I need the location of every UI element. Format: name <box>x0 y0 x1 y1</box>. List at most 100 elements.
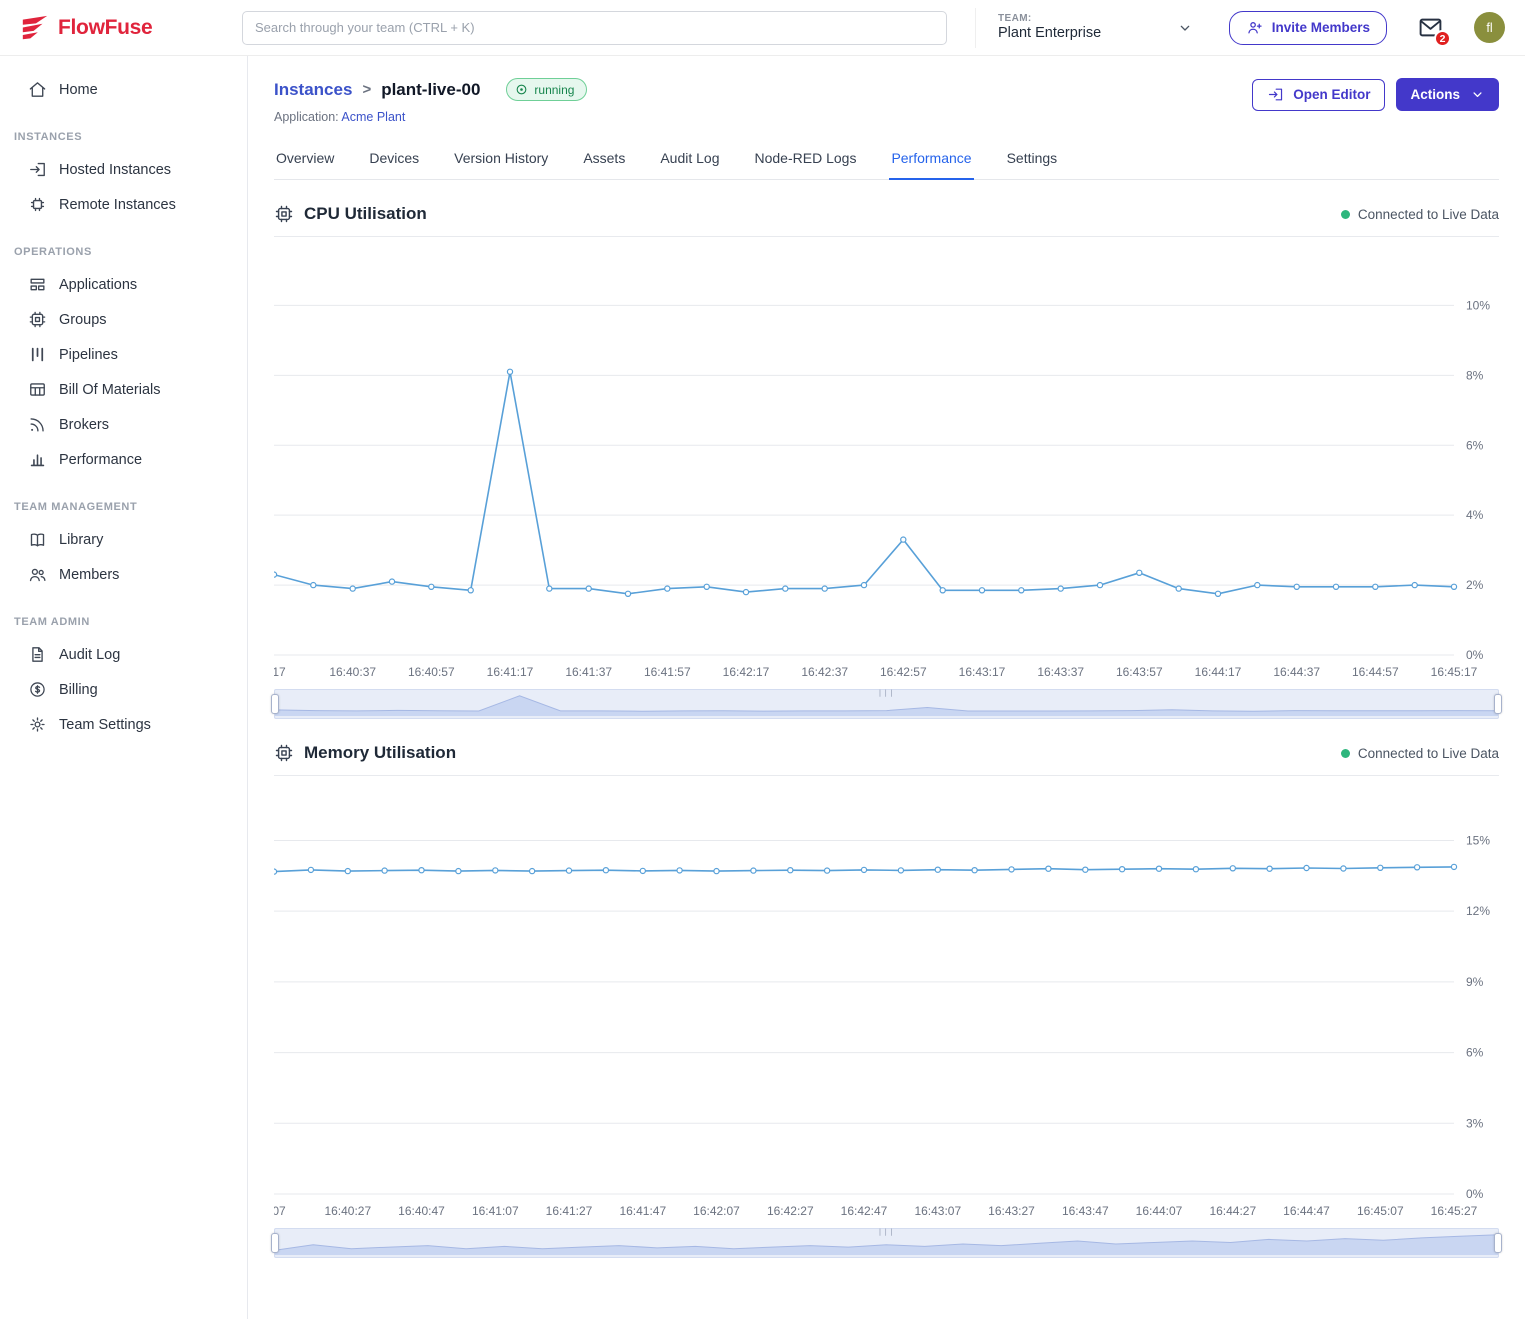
application-line: Application: Acme Plant <box>274 110 587 124</box>
sidebar-item-performance[interactable]: Performance <box>0 442 247 477</box>
topbar: FlowFuse TEAM: Plant Enterprise Invite M… <box>0 0 1525 56</box>
tab-performance[interactable]: Performance <box>889 140 973 180</box>
memory-chart-zoom-slider[interactable]: ||| <box>274 1228 1499 1258</box>
open-editor-button[interactable]: Open Editor <box>1252 79 1385 111</box>
svg-text:16:44:57: 16:44:57 <box>1352 665 1399 679</box>
hosted-instances-icon <box>28 160 47 179</box>
tab-version-history[interactable]: Version History <box>452 140 550 180</box>
sidebar-item-label: Hosted Instances <box>59 162 171 178</box>
sidebar-item-team-settings[interactable]: Team Settings <box>0 707 247 742</box>
groups-icon <box>28 310 47 329</box>
section-title-cpu: CPU Utilisation <box>304 204 427 224</box>
tab-audit-log[interactable]: Audit Log <box>658 140 721 180</box>
zoom-grip-handle[interactable]: ||| <box>878 1228 895 1237</box>
remote-instances-icon <box>28 195 47 214</box>
svg-text:0%: 0% <box>1466 648 1484 662</box>
svg-text:2%: 2% <box>1466 578 1484 592</box>
team-search-input[interactable] <box>242 11 947 45</box>
svg-text:16:44:17: 16:44:17 <box>1195 665 1242 679</box>
sidebar-item-home[interactable]: Home <box>0 72 247 107</box>
breadcrumb: Instances > plant-live-00 running <box>274 78 587 101</box>
sidebar-item-label: Library <box>59 532 103 548</box>
invite-members-button[interactable]: Invite Members <box>1229 11 1387 45</box>
svg-text:16:45:27: 16:45:27 <box>1431 1204 1478 1218</box>
sidebar-item-label: Groups <box>59 312 107 328</box>
sidebar-item-members[interactable]: Members <box>0 557 247 592</box>
svg-text:12%: 12% <box>1466 904 1490 918</box>
svg-text:16:41:37: 16:41:37 <box>565 665 612 679</box>
notification-count-badge: 2 <box>1434 30 1451 47</box>
sidebar-section-instances: INSTANCES <box>0 131 247 143</box>
svg-text:6%: 6% <box>1466 438 1484 452</box>
line-chart-canvas: 0%3%6%9%12%15%0:0716:40:2716:40:4716:41:… <box>274 778 1499 1224</box>
sidebar-item-remote-instances[interactable]: Remote Instances <box>0 187 247 222</box>
sidebar-item-pipelines[interactable]: Pipelines <box>0 337 247 372</box>
sidebar-item-billing[interactable]: Billing <box>0 672 247 707</box>
invite-members-label: Invite Members <box>1272 20 1370 35</box>
breadcrumb-separator: > <box>362 81 371 98</box>
billing-icon <box>28 680 47 699</box>
svg-text:16:43:07: 16:43:07 <box>914 1204 961 1218</box>
sidebar-item-hosted-instances[interactable]: Hosted Instances <box>0 152 247 187</box>
sidebar-item-bill-of-materials[interactable]: Bill Of Materials <box>0 372 247 407</box>
svg-text:3%: 3% <box>1466 1116 1484 1130</box>
bill-of-materials-icon <box>28 380 47 399</box>
user-avatar[interactable]: fl <box>1474 12 1505 43</box>
sidebar-item-applications[interactable]: Applications <box>0 267 247 302</box>
svg-text:16:42:07: 16:42:07 <box>693 1204 740 1218</box>
sidebar-item-label: Pipelines <box>59 347 118 363</box>
zoom-handle-right[interactable] <box>1494 694 1502 714</box>
svg-text:10%: 10% <box>1466 298 1490 312</box>
live-status-label: Connected to Live Data <box>1358 207 1499 222</box>
svg-text:16:41:27: 16:41:27 <box>546 1204 593 1218</box>
gear-icon <box>28 715 47 734</box>
breadcrumb-instances-link[interactable]: Instances <box>274 80 352 100</box>
svg-text:16:45:17: 16:45:17 <box>1431 665 1478 679</box>
tab-assets[interactable]: Assets <box>581 140 627 180</box>
svg-text:16:44:07: 16:44:07 <box>1136 1204 1183 1218</box>
svg-text:16:40:27: 16:40:27 <box>324 1204 371 1218</box>
tab-settings[interactable]: Settings <box>1005 140 1060 180</box>
flowfuse-logo[interactable]: FlowFuse <box>20 13 242 43</box>
team-selector[interactable]: TEAM: Plant Enterprise <box>975 8 1193 48</box>
main-content: Instances > plant-live-00 running Applic… <box>248 56 1525 1258</box>
open-editor-icon <box>1267 86 1284 103</box>
svg-text:16:40:47: 16:40:47 <box>398 1204 445 1218</box>
memory-utilisation-section: Memory Utilisation Connected to Live Dat… <box>274 743 1499 1258</box>
sidebar-section-team-management: TEAM MANAGEMENT <box>0 501 247 513</box>
svg-text:16:44:27: 16:44:27 <box>1209 1204 1256 1218</box>
sidebar-item-label: Bill Of Materials <box>59 382 161 398</box>
sidebar-item-label: Applications <box>59 277 137 293</box>
svg-text:16:44:37: 16:44:37 <box>1273 665 1320 679</box>
sidebar-item-library[interactable]: Library <box>0 522 247 557</box>
sidebar-section-operations: OPERATIONS <box>0 246 247 258</box>
home-icon <box>28 80 47 99</box>
svg-text:16:40:37: 16:40:37 <box>329 665 376 679</box>
svg-text:16:43:57: 16:43:57 <box>1116 665 1163 679</box>
zoom-grip-handle[interactable]: ||| <box>878 689 895 698</box>
section-title-memory: Memory Utilisation <box>304 743 456 763</box>
actions-button[interactable]: Actions <box>1396 78 1499 111</box>
sidebar-item-brokers[interactable]: Brokers <box>0 407 247 442</box>
zoom-handle-left[interactable] <box>271 1233 279 1253</box>
sidebar-item-label: Billing <box>59 682 98 698</box>
actions-label: Actions <box>1410 87 1460 102</box>
chevron-down-icon <box>1470 87 1485 102</box>
cpu-chart-zoom-slider[interactable]: ||| <box>274 689 1499 719</box>
zoom-handle-right[interactable] <box>1494 1233 1502 1253</box>
cpu-utilisation-chart: 0%2%4%6%8%10%0:1716:40:3716:40:5716:41:1… <box>274 239 1499 685</box>
sidebar-item-groups[interactable]: Groups <box>0 302 247 337</box>
zoom-handle-left[interactable] <box>271 694 279 714</box>
sidebar-item-audit-log[interactable]: Audit Log <box>0 637 247 672</box>
tab-devices[interactable]: Devices <box>367 140 421 180</box>
live-dot-icon <box>1341 210 1350 219</box>
tab-overview[interactable]: Overview <box>274 140 336 180</box>
running-status-icon <box>515 83 528 96</box>
tab-node-red-logs[interactable]: Node-RED Logs <box>753 140 859 180</box>
application-link[interactable]: Acme Plant <box>341 110 405 124</box>
status-badge: running <box>506 78 587 101</box>
svg-text:16:42:17: 16:42:17 <box>723 665 770 679</box>
notifications-button[interactable]: 2 <box>1417 14 1444 41</box>
svg-text:16:42:27: 16:42:27 <box>767 1204 814 1218</box>
svg-text:16:44:47: 16:44:47 <box>1283 1204 1330 1218</box>
